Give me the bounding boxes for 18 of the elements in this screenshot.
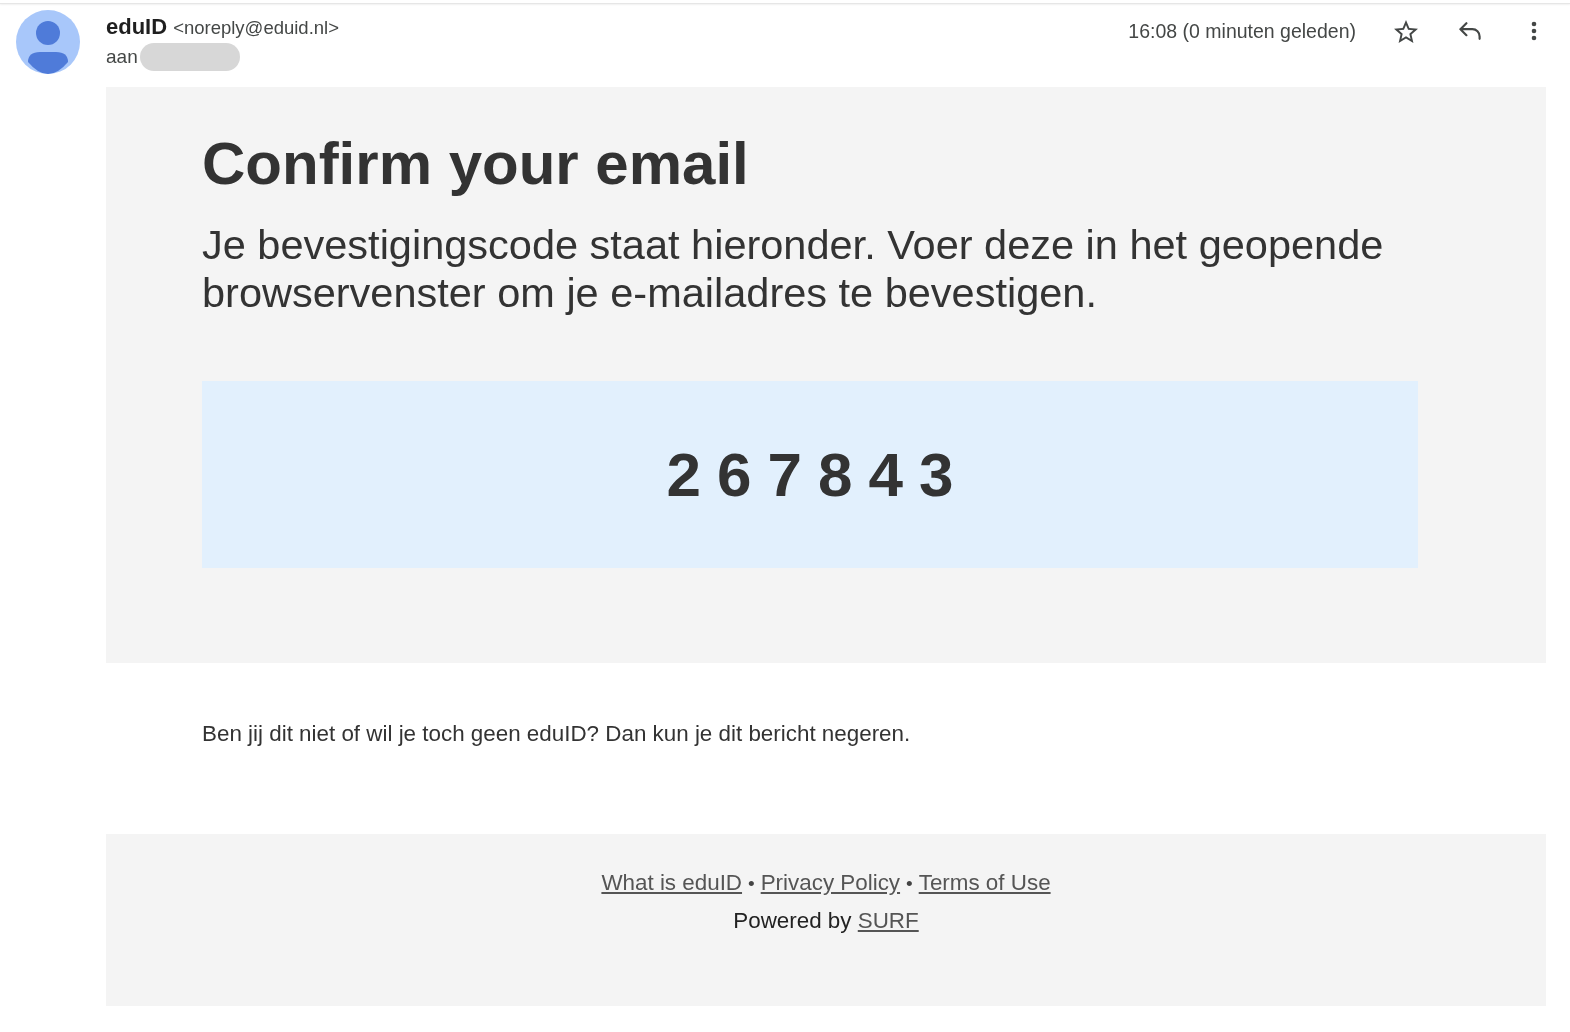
- surf-link[interactable]: SURF: [857, 908, 919, 933]
- intro-text: Je bevestigingscode staat hieronder. Voer deze in het geopende browservenster om je e-mailadres te bevestigen.: [202, 221, 1385, 317]
- verification-code: 267843: [666, 439, 970, 510]
- footer-link[interactable]: Terms of Use: [918, 870, 1051, 896]
- recipient-label: aan: [106, 46, 138, 68]
- separator-text: •: [748, 873, 755, 895]
- powered-by-text: Powered by SURF: [733, 908, 919, 934]
- avatar-icon: [16, 10, 80, 74]
- separator-text: •: [906, 873, 913, 895]
- footer-link[interactable]: Privacy Policy: [760, 870, 901, 896]
- footer-link[interactable]: What is eduID: [601, 870, 743, 896]
- more-icon: [1531, 21, 1537, 41]
- email-title: Confirm your email: [202, 129, 750, 199]
- timestamp: 16:08 (0 minuten geleden): [1128, 19, 1356, 43]
- reply-icon: [1459, 22, 1481, 40]
- notice-text: Ben jij dit niet of wil je toch geen eduID? Dan kun je dit bericht negeren.: [202, 721, 912, 747]
- sender-address: <noreply@eduid.nl>: [173, 17, 339, 39]
- sender-name: eduID: [106, 14, 168, 40]
